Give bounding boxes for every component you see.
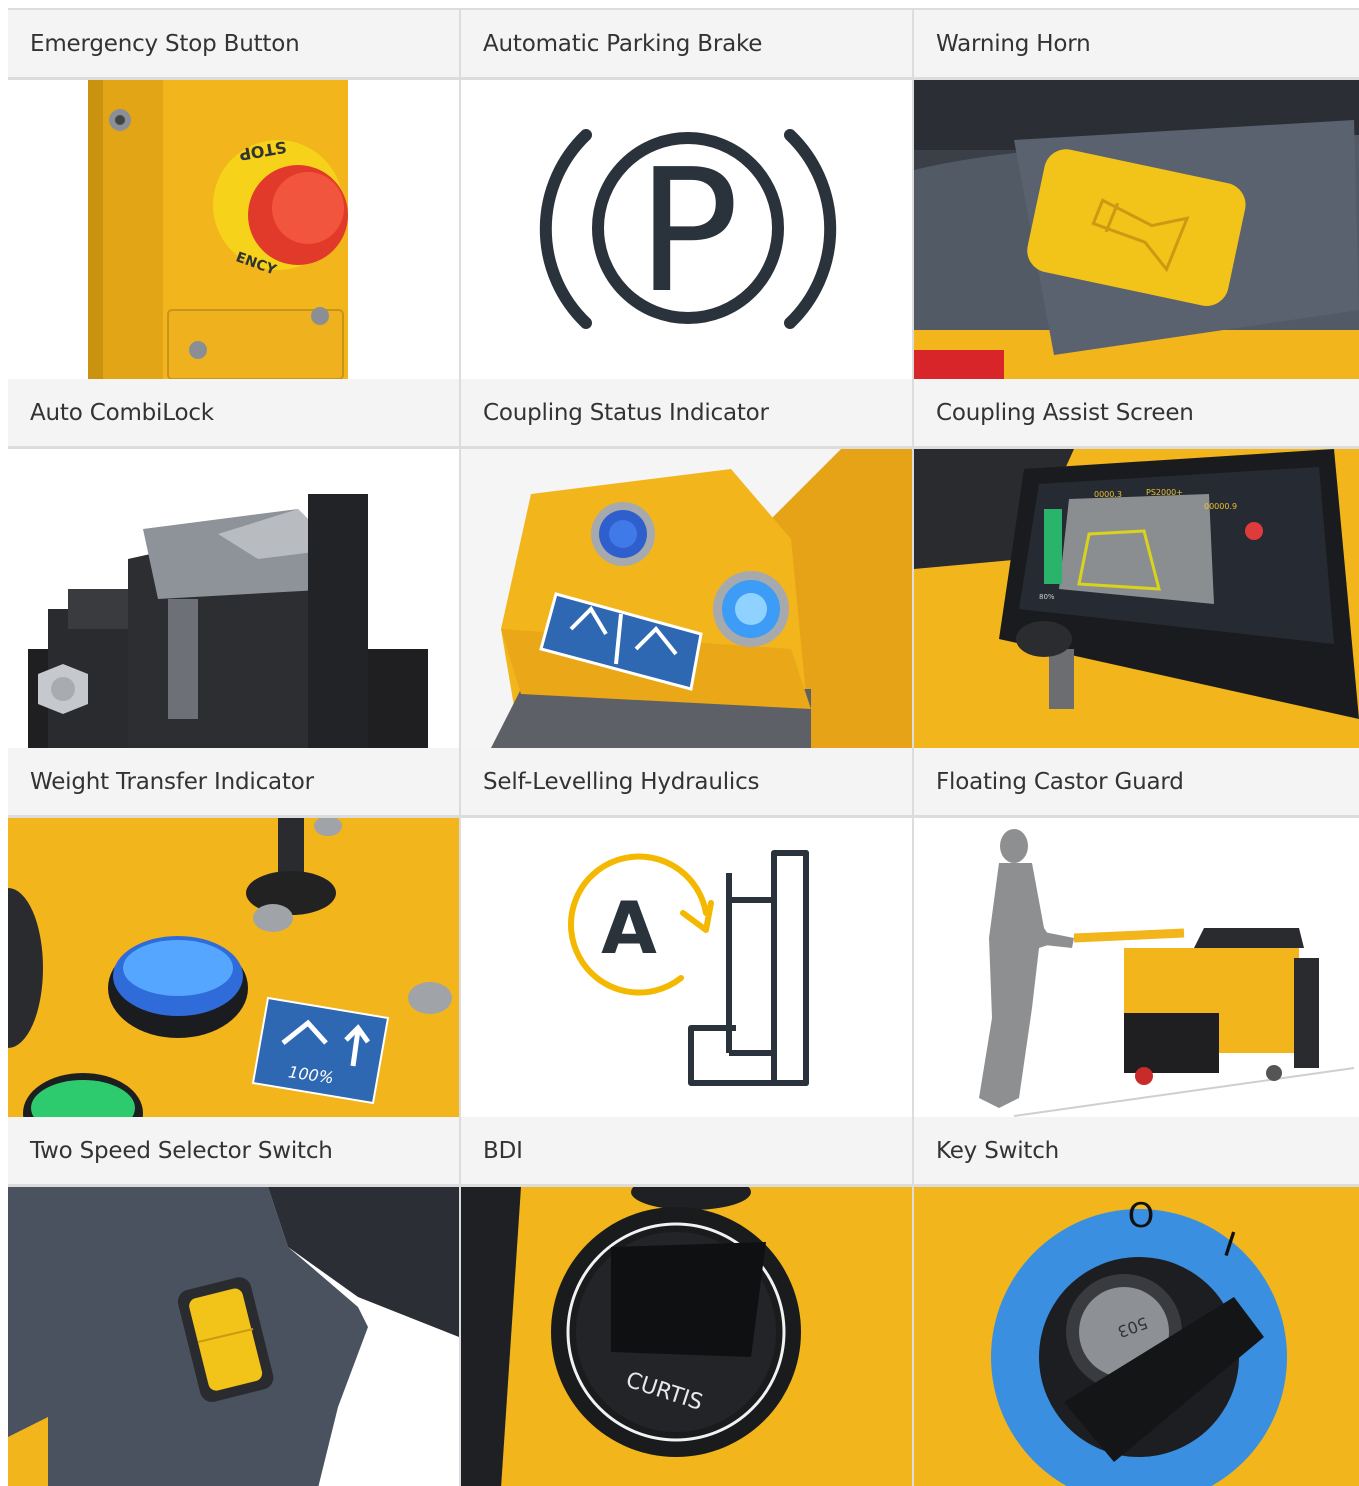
label-bdi: BDI: [461, 1117, 912, 1187]
bdi-icon: CURTIS: [461, 1187, 912, 1486]
speed-selector-image: [8, 1187, 459, 1486]
label-emergency-stop-button: Emergency Stop Button: [8, 10, 459, 80]
label-auto-combilock: Auto CombiLock: [8, 379, 459, 449]
parking-brake-image: P: [461, 80, 912, 379]
castor-guard-icon: [914, 818, 1359, 1117]
label-two-speed-selector-switch: Two Speed Selector Switch: [8, 1117, 459, 1187]
key-switch-icon: 503 O I: [914, 1187, 1359, 1486]
coupling-status-image: [461, 449, 912, 748]
weight-transfer-image: 100%: [8, 818, 459, 1117]
label-coupling-status-indicator: Coupling Status Indicator: [461, 379, 912, 449]
auto-combilock-image: [8, 449, 459, 748]
coupling-status-icon: [461, 449, 912, 748]
coupling-screen-icon: 0000.3 PS2000+ 00000.9 80%: [914, 449, 1359, 748]
parking-brake-symbol: P: [637, 133, 740, 331]
warning-horn-image: [914, 80, 1359, 379]
coupling-assist-image: 0000.3 PS2000+ 00000.9 80%: [914, 449, 1359, 748]
combilock-icon: [8, 449, 459, 748]
self-levelling-symbol: A: [601, 886, 657, 970]
key-position-off: O: [1128, 1196, 1155, 1236]
emergency-stop-icon: STOP ENCY: [8, 80, 459, 379]
castor-guard-image: [914, 818, 1359, 1117]
emergency-stop-image: STOP ENCY: [8, 80, 459, 379]
label-weight-transfer-indicator: Weight Transfer Indicator: [8, 748, 459, 818]
horn-icon: [914, 80, 1359, 379]
label-floating-castor-guard: Floating Castor Guard: [914, 748, 1359, 818]
label-warning-horn: Warning Horn: [914, 10, 1359, 80]
label-key-switch: Key Switch: [914, 1117, 1359, 1187]
label-self-levelling-hydraulics: Self-Levelling Hydraulics: [461, 748, 912, 818]
label-automatic-parking-brake: Automatic Parking Brake: [461, 10, 912, 80]
weight-transfer-icon: 100%: [8, 818, 459, 1117]
speed-selector-icon: [8, 1187, 459, 1486]
key-switch-image: 503 O I: [914, 1187, 1359, 1486]
screen-readout-2: PS2000+: [1146, 488, 1183, 497]
screen-readout-1: 0000.3: [1094, 490, 1122, 499]
self-levelling-image: A: [461, 818, 912, 1117]
screen-readout-3: 00000.9: [1204, 502, 1237, 511]
label-coupling-assist-screen: Coupling Assist Screen: [914, 379, 1359, 449]
screen-readout-4: 80%: [1039, 593, 1055, 601]
self-levelling-icon: A: [461, 818, 912, 1117]
feature-grid: Emergency Stop Button Automatic Parking …: [8, 8, 1359, 1486]
parking-brake-icon: P: [461, 80, 912, 379]
bdi-image: CURTIS: [461, 1187, 912, 1486]
